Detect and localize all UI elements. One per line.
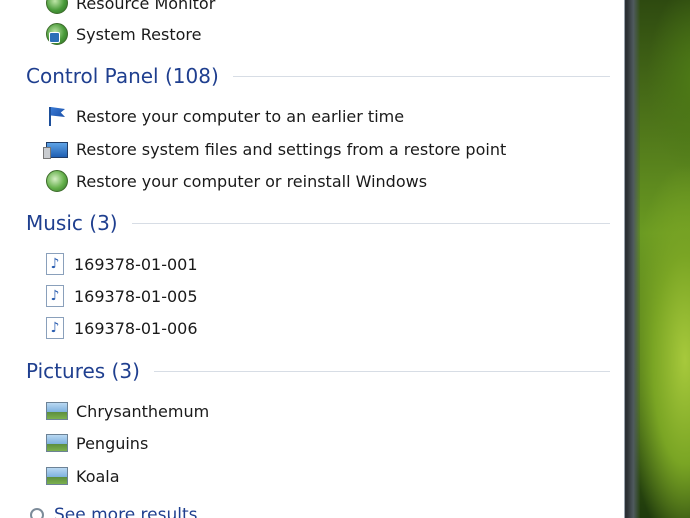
divider xyxy=(232,75,610,77)
category-header-pictures[interactable]: Pictures (3) xyxy=(26,356,610,386)
result-label: 169378-01-005 xyxy=(74,286,198,306)
music-file-icon: ♪ xyxy=(46,317,64,339)
recovery-icon xyxy=(46,170,68,192)
result-label: Restore your computer to an earlier time xyxy=(76,106,405,126)
category-title: Music (3) xyxy=(26,211,118,235)
result-music-006[interactable]: ♪ 169378-01-006 xyxy=(46,314,198,342)
result-label: Restore system files and settings from a… xyxy=(76,139,507,159)
result-music-005[interactable]: ♪ 169378-01-005 xyxy=(46,282,198,310)
result-label: Penguins xyxy=(76,433,149,453)
result-label: Resource Monitor xyxy=(76,0,216,13)
result-restore-earlier-time[interactable]: Restore your computer to an earlier time xyxy=(46,102,404,130)
result-label: 169378-01-006 xyxy=(74,318,198,338)
divider xyxy=(131,222,610,224)
category-title: Control Panel (108) xyxy=(26,64,219,88)
result-system-restore[interactable]: System Restore xyxy=(46,20,201,48)
result-resource-monitor[interactable]: Resource Monitor xyxy=(46,0,215,17)
result-label: System Restore xyxy=(76,24,202,44)
flag-icon xyxy=(46,105,68,127)
result-picture-koala[interactable]: Koala xyxy=(46,462,120,490)
category-title: Pictures (3) xyxy=(26,359,140,383)
resource-monitor-icon xyxy=(46,0,68,14)
picture-file-icon xyxy=(46,434,68,452)
result-label: Restore your computer or reinstall Windo… xyxy=(76,171,428,191)
search-icon xyxy=(30,508,44,518)
result-label: Chrysanthemum xyxy=(76,401,210,421)
computer-screen-icon xyxy=(43,142,68,159)
category-header-music[interactable]: Music (3) xyxy=(26,208,610,238)
result-label: Koala xyxy=(76,466,120,486)
category-header-control-panel[interactable]: Control Panel (108) xyxy=(26,61,610,91)
result-reinstall-windows[interactable]: Restore your computer or reinstall Windo… xyxy=(46,167,427,195)
system-restore-icon xyxy=(46,23,68,45)
start-menu-search-results: Resource Monitor System Restore Control … xyxy=(0,0,625,518)
result-restore-system-files[interactable]: Restore system files and settings from a… xyxy=(43,135,507,163)
result-music-001[interactable]: ♪ 169378-01-001 xyxy=(46,250,198,278)
music-file-icon: ♪ xyxy=(46,285,64,307)
music-file-icon: ♪ xyxy=(46,253,64,275)
see-more-label: See more results xyxy=(54,505,198,518)
result-picture-penguins[interactable]: Penguins xyxy=(46,429,148,457)
picture-file-icon xyxy=(46,402,68,420)
result-label: 169378-01-001 xyxy=(74,254,198,274)
see-more-results-link[interactable]: See more results xyxy=(30,500,198,518)
divider xyxy=(153,370,610,372)
picture-file-icon xyxy=(46,467,68,485)
result-picture-chrysanthemum[interactable]: Chrysanthemum xyxy=(46,397,209,425)
